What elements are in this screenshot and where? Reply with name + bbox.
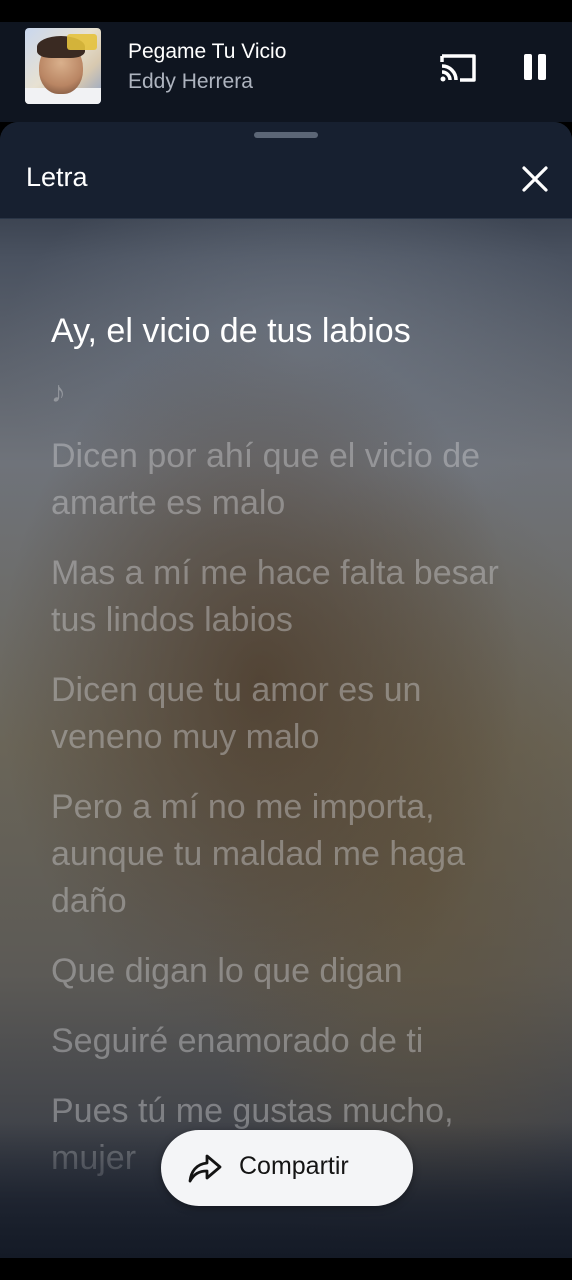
- close-button[interactable]: [518, 162, 552, 196]
- sheet-title: Letra: [26, 162, 88, 192]
- lyric-line[interactable]: Que digan lo que digan: [51, 948, 531, 995]
- lyric-line[interactable]: Seguiré enamorado de ti: [51, 1018, 531, 1065]
- lyric-line[interactable]: Dicen que tu amor es un veneno muy malo: [51, 667, 531, 761]
- status-bar: [0, 0, 572, 22]
- share-icon: [188, 1154, 222, 1183]
- lyrics-sheet-header: Letra: [0, 122, 572, 219]
- lyrics-container[interactable]: Ay, el vicio de tus labios ♪ Dicen por a…: [51, 308, 531, 1205]
- cast-button[interactable]: [438, 52, 478, 84]
- music-note: ♪: [51, 376, 66, 409]
- pause-icon: [524, 54, 546, 80]
- lyric-line[interactable]: Dicen por ahí que el vicio de amarte es …: [51, 433, 531, 527]
- album-art-logo: [67, 34, 97, 50]
- song-artist[interactable]: Eddy Herrera: [128, 70, 253, 94]
- share-label: Compartir: [239, 1152, 349, 1180]
- nav-bar: [0, 1258, 572, 1280]
- mini-player[interactable]: Pegame Tu Vicio Eddy Herrera: [0, 22, 572, 122]
- drag-handle[interactable]: [254, 132, 318, 138]
- close-icon: [522, 166, 548, 192]
- lyric-line[interactable]: Pero a mí no me importa, aunque tu malda…: [51, 784, 531, 925]
- album-art[interactable]: [25, 28, 101, 104]
- lyrics-sheet[interactable]: Letra Ay, el vicio de tus labios ♪ Dicen…: [0, 122, 572, 1258]
- lyric-line-active[interactable]: Ay, el vicio de tus labios: [51, 308, 531, 355]
- lyric-line[interactable]: Mas a mí me hace falta besar tus lindos …: [51, 550, 531, 644]
- pause-button[interactable]: [518, 50, 552, 84]
- share-button[interactable]: Compartir: [161, 1130, 413, 1206]
- song-title[interactable]: Pegame Tu Vicio: [128, 40, 286, 64]
- cast-icon: [440, 54, 476, 82]
